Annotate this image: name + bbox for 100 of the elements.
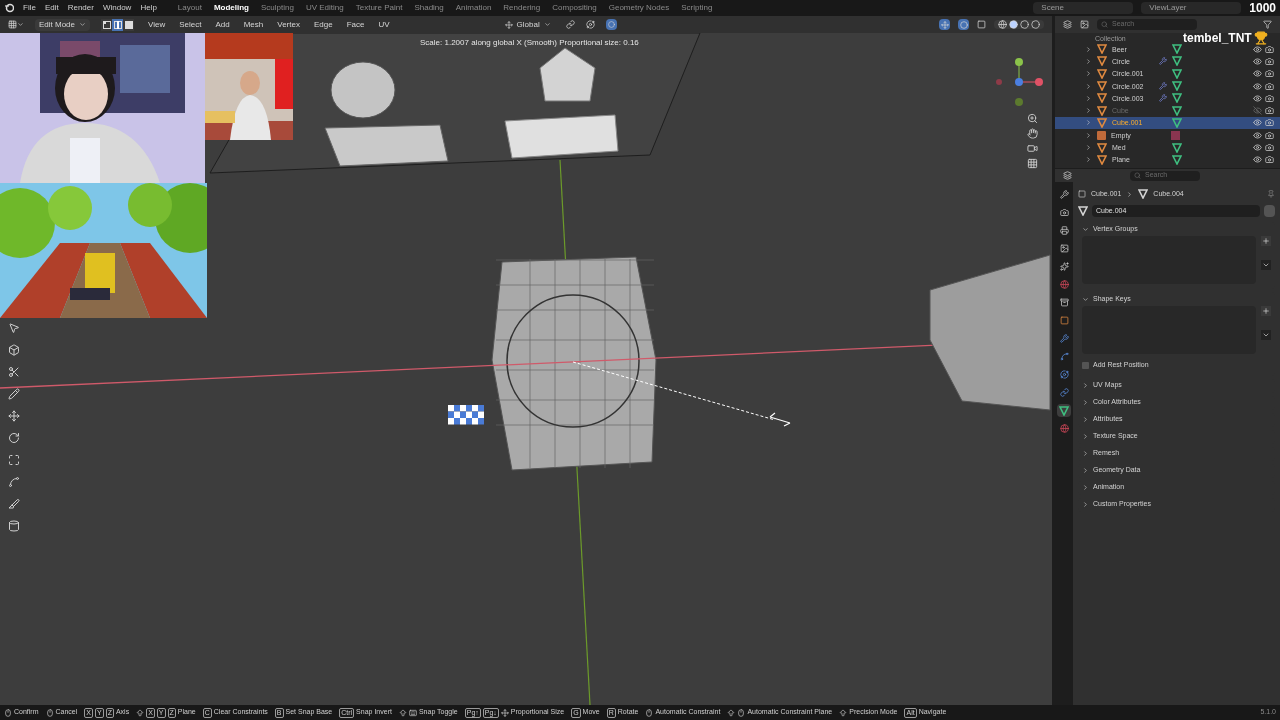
constraints-tab[interactable] — [1057, 386, 1071, 399]
face-select-button[interactable] — [123, 18, 135, 31]
pencil-icon[interactable] — [6, 386, 22, 402]
viewport-menu-item[interactable]: Edge — [313, 18, 333, 31]
face-icon — [124, 20, 133, 29]
camera-icon[interactable] — [1265, 56, 1274, 66]
tool-tab[interactable] — [1057, 188, 1071, 201]
object-tab[interactable] — [1057, 314, 1071, 327]
display-mode-icon[interactable] — [1063, 20, 1072, 29]
workspace-tab[interactable]: Geometry Nodes — [608, 2, 670, 14]
hand-icon[interactable] — [1027, 128, 1038, 139]
overlay-toggle-button[interactable] — [958, 19, 969, 30]
eye-icon[interactable] — [1253, 69, 1262, 79]
solid-shading-icon[interactable] — [1009, 20, 1018, 29]
vertex-select-button[interactable] — [101, 18, 113, 31]
workspace-tab[interactable]: Shading — [414, 2, 444, 14]
more-button[interactable] — [1261, 330, 1271, 340]
knife-icon[interactable] — [6, 496, 22, 512]
proportional-edit-button[interactable] — [605, 19, 617, 30]
menu-item[interactable]: Help — [140, 2, 157, 14]
move-icon[interactable] — [6, 408, 22, 424]
view-layer-field[interactable]: ViewLayer — [1141, 2, 1242, 14]
modifier-tab[interactable] — [1057, 332, 1071, 345]
camera-icon[interactable] — [1265, 155, 1274, 165]
viewport-menu-item[interactable]: Select — [179, 18, 202, 31]
camera-icon[interactable] — [1027, 143, 1038, 154]
render-tab[interactable] — [1057, 206, 1071, 219]
camera-icon[interactable] — [1265, 81, 1274, 91]
workspace-tab[interactable]: Texture Paint — [355, 2, 403, 14]
viewport-menu-item[interactable]: View — [148, 18, 166, 31]
workspace-tab[interactable]: Scripting — [681, 2, 713, 14]
scene-tab[interactable] — [1057, 260, 1071, 273]
scale-icon[interactable] — [6, 452, 22, 468]
zoom-icon[interactable] — [1027, 113, 1038, 124]
eye-icon[interactable] — [1253, 155, 1262, 165]
workspace-tab[interactable]: Sculpting — [261, 2, 294, 14]
add-button[interactable] — [1261, 306, 1271, 316]
cylinder-icon[interactable] — [6, 518, 22, 534]
add-button[interactable] — [1261, 236, 1271, 246]
viewport-menu-item[interactable]: UV — [378, 18, 390, 31]
viewport-menu-item[interactable]: Face — [346, 18, 365, 31]
camera-icon[interactable] — [1265, 143, 1274, 152]
grid-icon[interactable] — [1027, 158, 1038, 169]
eye-icon[interactable] — [1253, 143, 1262, 152]
eye-icon[interactable] — [1253, 93, 1262, 103]
wireframe-shading-icon[interactable] — [998, 20, 1007, 29]
material-tab[interactable] — [1057, 422, 1071, 435]
viewport-menu-item[interactable]: Add — [215, 18, 230, 31]
eye-icon[interactable] — [1253, 130, 1262, 140]
eye-icon[interactable] — [1253, 118, 1262, 128]
box-icon[interactable] — [6, 342, 22, 358]
editor-type-icon[interactable] — [1063, 171, 1072, 180]
eye-icon[interactable] — [1253, 44, 1262, 54]
more-button[interactable] — [1261, 260, 1271, 270]
checkbox[interactable] — [1082, 361, 1089, 369]
workspace-tab[interactable]: Modeling — [213, 2, 249, 14]
world-tab[interactable] — [1057, 278, 1071, 291]
camera-icon[interactable] — [1265, 118, 1274, 128]
camera-icon[interactable] — [1265, 69, 1274, 79]
xray-icon[interactable] — [977, 20, 986, 29]
gizmo-toggle-button[interactable] — [939, 19, 950, 30]
orientation-dropdown[interactable]: Global — [516, 18, 540, 31]
eye-icon[interactable] — [1253, 81, 1262, 91]
curve-icon[interactable] — [6, 474, 22, 490]
camera-icon[interactable] — [1265, 93, 1274, 103]
viewport-menu-item[interactable]: Mesh — [243, 18, 264, 31]
chevron-right-icon — [1126, 190, 1134, 198]
camera-icon[interactable] — [1265, 106, 1274, 116]
workspace-tab[interactable]: Layout — [177, 2, 202, 14]
mode-dropdown[interactable]: Edit Mode — [35, 18, 91, 31]
menu-item[interactable]: Edit — [44, 2, 59, 14]
filter-mode-icon[interactable] — [1080, 20, 1089, 29]
scene-field[interactable]: Scene — [1033, 2, 1134, 14]
workspace-tab[interactable]: Animation — [455, 2, 492, 14]
data-tab[interactable] — [1057, 404, 1071, 417]
workspace-tab[interactable]: UV Editing — [305, 2, 344, 14]
eye-icon[interactable] — [1253, 56, 1262, 66]
menu-item[interactable]: File — [23, 2, 36, 14]
output-tab[interactable] — [1057, 224, 1071, 237]
viewport-menu-item[interactable]: Vertex — [277, 18, 300, 31]
collection-tab[interactable] — [1057, 296, 1071, 309]
snap-icon[interactable] — [585, 20, 595, 29]
edge-select-button[interactable] — [112, 18, 124, 31]
filter-icon[interactable] — [1263, 20, 1272, 29]
workspace-tab[interactable]: Compositing — [552, 2, 597, 14]
cursor-icon[interactable] — [6, 320, 22, 336]
mesh-data-icon — [1172, 56, 1182, 67]
material-shading-icon[interactable] — [1020, 20, 1029, 29]
pivot-icon[interactable] — [565, 20, 575, 29]
blender-logo-icon[interactable] — [4, 3, 14, 13]
menu-item[interactable]: Render — [67, 2, 94, 14]
menu-item[interactable]: Window — [102, 2, 132, 14]
rendered-shading-icon[interactable] — [1031, 20, 1040, 29]
workspace-tab[interactable]: Rendering — [503, 2, 541, 14]
physics-tab[interactable] — [1057, 368, 1071, 381]
editor-type-icon[interactable] — [8, 20, 17, 29]
camera-icon[interactable] — [1265, 130, 1274, 140]
camera-icon[interactable] — [1265, 44, 1274, 54]
rotate-icon[interactable] — [6, 430, 22, 446]
chevron-right-icon — [1082, 467, 1089, 474]
